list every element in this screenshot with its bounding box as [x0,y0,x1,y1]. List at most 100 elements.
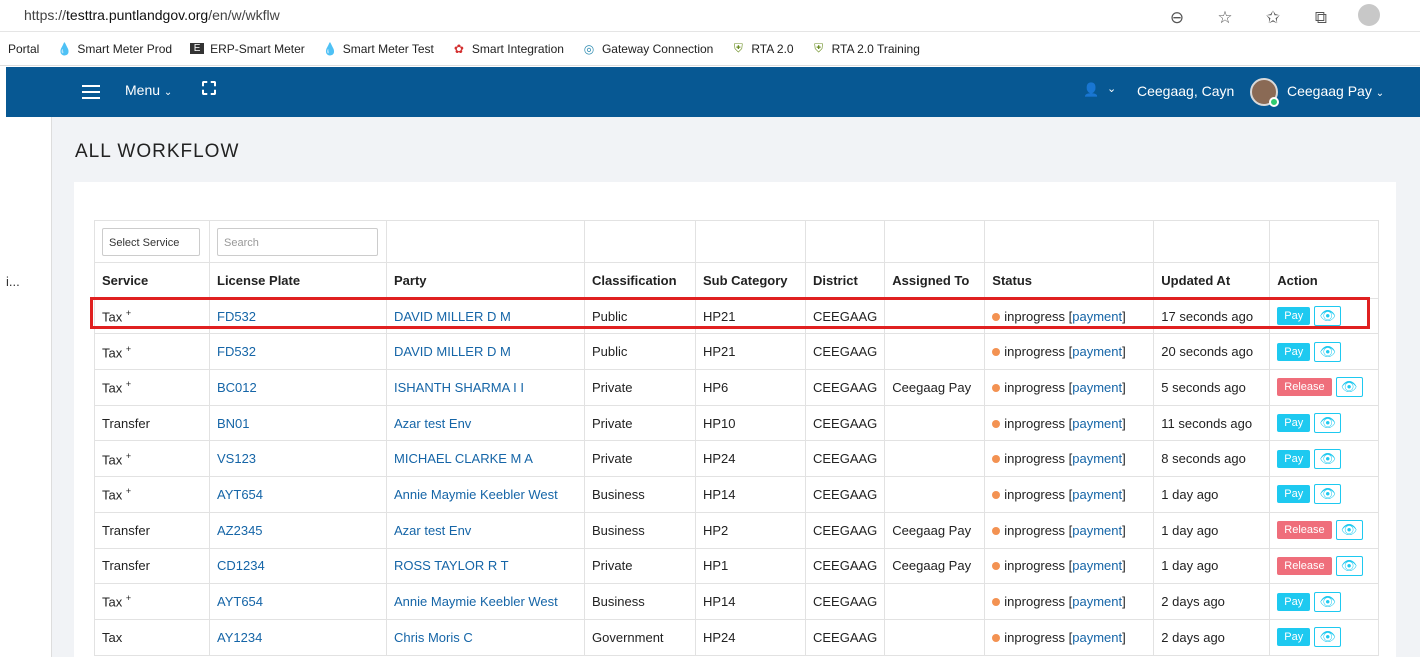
release-button[interactable]: Release [1277,378,1332,397]
view-eye-icon[interactable]: 👁 [1314,448,1342,469]
party-link[interactable]: Annie Maymie Keebler West [394,487,558,502]
hamburger-icon[interactable] [82,81,100,99]
status-payment-link[interactable]: payment [1072,416,1122,431]
pay-button[interactable]: Pay [1277,342,1311,361]
party-link[interactable]: ISHANTH SHARMA I I [394,380,524,395]
plate-link[interactable]: BC012 [217,380,257,395]
table-row[interactable]: Tax AY1234 Chris Moris C Government HP24 CEEG… [94,618,1380,656]
column-header[interactable]: Sub Category [695,262,806,299]
status-payment-link[interactable]: payment [1072,630,1122,645]
bookmark-rta-2[interactable]: ⛨ RTA 2.0 [731,41,794,56]
fullscreen-icon[interactable] [202,81,216,95]
column-header[interactable]: Updated At [1153,262,1271,299]
avatar[interactable] [1250,78,1279,107]
plate-cell: AY1234 [209,618,387,656]
column-header[interactable]: Party [386,262,585,299]
view-eye-icon[interactable]: 👁 [1335,377,1363,398]
bookmark-erp-smart-meter[interactable]: E ERP-Smart Meter [190,42,305,56]
plate-link[interactable]: CD1234 [217,558,265,573]
account-dropdown[interactable]: Ceegaag Pay ⌄ [1287,83,1384,99]
bookmark-smart-meter-test[interactable]: 💧 Smart Meter Test [323,42,434,56]
party-link[interactable]: ROSS TAYLOR R T [394,558,509,573]
table-row[interactable]: Transfer AZ2345 Azar test Env Business HP2 CE… [94,511,1380,549]
pay-button[interactable]: Pay [1277,449,1311,468]
column-header[interactable]: District [804,262,886,299]
bookmark-rta-2-training[interactable]: ⛨ RTA 2.0 Training [812,41,920,56]
menu-dropdown[interactable]: Menu ⌄ [125,82,172,98]
plate-link[interactable]: BN01 [217,416,250,431]
search-input[interactable]: Search [217,227,378,256]
pay-button[interactable]: Pay [1277,307,1311,326]
plate-link[interactable]: FD532 [217,344,256,359]
collections-icon[interactable]: ⧉ [1310,8,1332,28]
status-payment-link[interactable]: payment [1072,523,1122,538]
status-payment-link[interactable]: payment [1072,594,1122,609]
party-link[interactable]: Azar test Env [394,416,471,431]
favorite-add-icon[interactable]: ☆ [1214,8,1236,28]
view-eye-icon[interactable]: 👁 [1314,591,1342,612]
party-link[interactable]: MICHAEL CLARKE M A [394,451,533,466]
status-payment-link[interactable]: payment [1072,309,1122,324]
pay-button[interactable]: Pay [1277,628,1311,647]
view-eye-icon[interactable]: 👁 [1314,341,1342,362]
party-link[interactable]: Annie Maymie Keebler West [394,594,558,609]
plus-marker: + [125,379,132,390]
bookmark-smart-integration[interactable]: ✿ Smart Integration [452,42,564,56]
pay-button[interactable]: Pay [1277,592,1311,611]
browser-address-bar[interactable]: https://testtra.puntlandgov.org/en/w/wkf… [0,0,1420,32]
view-eye-icon[interactable]: 👁 [1314,484,1342,505]
release-button[interactable]: Release [1277,556,1332,575]
plate-link[interactable]: FD532 [217,309,256,324]
user-icon[interactable]: 👤 [1083,82,1099,98]
party-link[interactable]: Chris Moris C [394,630,473,645]
plate-link[interactable]: AYT654 [217,487,263,502]
column-header[interactable]: Classification [584,262,696,299]
view-eye-icon[interactable]: 👁 [1314,306,1342,327]
column-header[interactable]: Assigned To [884,262,986,299]
pay-button[interactable]: Pay [1277,485,1311,504]
bookmark-portal[interactable]: Portal [8,42,39,56]
sidebar-fragment: i... [6,274,20,289]
view-eye-icon[interactable]: 👁 [1314,413,1342,434]
column-header[interactable]: Status [984,262,1155,299]
pay-button[interactable]: Pay [1277,414,1311,433]
column-header[interactable]: Service [94,262,210,299]
table-row[interactable]: Tax + FD532 DAVID MILLER D M Public HP21 CEEG… [94,333,1380,371]
plate-link[interactable]: AZ2345 [217,523,263,538]
view-eye-icon[interactable]: 👁 [1335,555,1363,576]
view-eye-icon[interactable]: 👁 [1314,627,1342,648]
status-payment-link[interactable]: payment [1072,344,1122,359]
view-eye-icon[interactable]: 👁 [1335,520,1363,541]
assigned-cell: Ceegaag Pay [884,547,986,585]
release-button[interactable]: Release [1277,521,1332,540]
status-payment-link[interactable]: payment [1072,558,1122,573]
chevron-down-icon[interactable]: ⌄ [1107,82,1116,95]
bookmark-smart-meter-prod[interactable]: 💧 Smart Meter Prod [57,42,172,56]
column-header[interactable]: Action [1269,262,1380,299]
status-payment-link[interactable]: payment [1072,380,1122,395]
table-row[interactable]: Tax + FD532 DAVID MILLER D M Public HP21 CEEG… [94,297,1380,335]
status-payment-link[interactable]: payment [1072,487,1122,502]
table-row[interactable]: Transfer CD1234 ROSS TAYLOR R T Private HP1 C… [94,547,1380,585]
user-name[interactable]: Ceegaag, Cayn [1137,83,1234,99]
zoom-icon[interactable]: ⊖ [1166,8,1188,28]
party-link[interactable]: DAVID MILLER D M [394,309,511,324]
url-text[interactable]: https://testtra.puntlandgov.org/en/w/wkf… [24,7,280,23]
plus-marker: + [125,307,132,318]
table-row[interactable]: Tax + VS123 MICHAEL CLARKE M A Private HP24 C… [94,440,1380,478]
table-row[interactable]: Tax + AYT654 Annie Maymie Keebler West Busi… [94,476,1380,513]
favorites-icon[interactable]: ✩ [1262,8,1284,28]
table-row[interactable]: Transfer BN01 Azar test Env Private HP10 CEEG… [94,404,1380,442]
table-row[interactable]: Tax + BC012 ISHANTH SHARMA I I Private HP6 CE… [94,369,1380,406]
plate-link[interactable]: AY1234 [217,630,262,645]
status-payment-link[interactable]: payment [1072,451,1122,466]
plate-link[interactable]: VS123 [217,451,256,466]
plate-link[interactable]: AYT654 [217,594,263,609]
party-link[interactable]: DAVID MILLER D M [394,344,511,359]
bookmark-gateway-connection[interactable]: ◎ Gateway Connection [582,42,714,56]
profile-icon[interactable] [1358,4,1380,31]
table-row[interactable]: Tax + AYT654 Annie Maymie Keebler West Busi… [94,583,1380,620]
party-link[interactable]: Azar test Env [394,523,471,538]
select-service-dropdown[interactable]: Select Service [102,227,200,256]
column-header[interactable]: License Plate [209,262,387,299]
